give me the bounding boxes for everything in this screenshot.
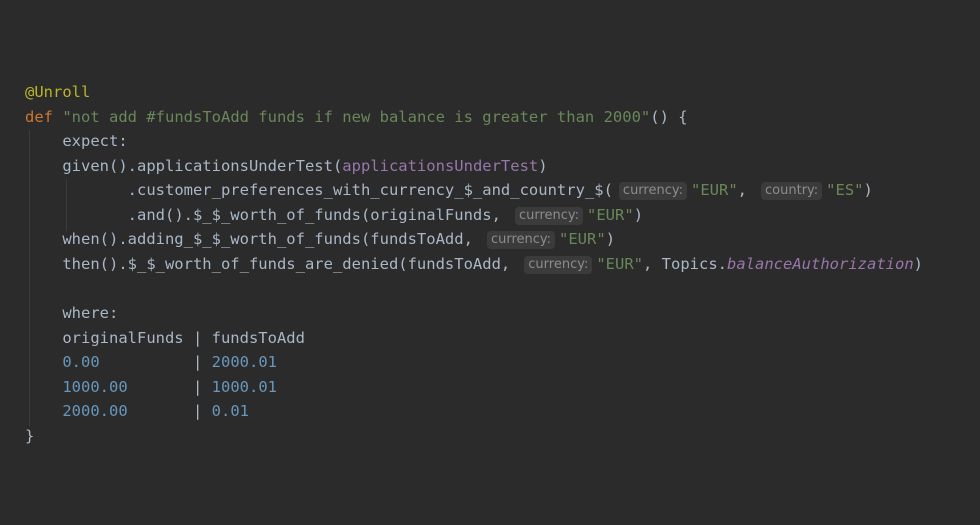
code-line-7[interactable]: when().adding_$_$_worth_of_funds(fundsTo… [25,227,615,251]
code-line-6[interactable]: .and().$_$_worth_of_funds(originalFunds,… [25,203,643,227]
annotation-token: @Unroll [25,83,91,101]
number-token: 1000.01 [211,378,277,396]
closing-brace: } [25,427,35,445]
code-line-10[interactable]: where: [25,301,118,325]
number-token: 1000.00 [62,378,128,396]
code-editor[interactable]: @Unroll def "not add #fundsToAdd funds i… [0,0,980,525]
code-line-15[interactable]: } [25,424,34,448]
parameter-hint: currency: [514,207,584,225]
code-line-8[interactable]: then().$_$_worth_of_funds_are_denied(fun… [25,252,923,276]
field-token: applicationsUnderTest [342,157,539,175]
parameter-hint: currency: [486,231,556,249]
code-line-11[interactable]: originalFunds | fundsToAdd [25,326,305,350]
label-token: expect: [62,132,128,150]
table-header: originalFunds | fundsToAdd [62,329,305,347]
number-token: 2000.00 [62,402,128,420]
field-token: balanceAuthorization [727,255,914,273]
number-token: 2000.01 [211,353,277,371]
parameter-hint: currency: [524,256,593,274]
label-token: where: [62,304,119,322]
code-line-2[interactable]: def "not add #fundsToAdd funds if new ba… [25,105,688,129]
table-row[interactable]: 0.00 | 2000.01 [25,350,277,374]
table-row[interactable]: 1000.00 | 1000.01 [25,375,277,399]
table-row[interactable]: 2000.00 | 0.01 [25,399,249,423]
code-line-4[interactable]: given().applicationsUnderTest(applicatio… [25,154,547,178]
parameter-hint: currency: [618,182,687,200]
code-line-5[interactable]: .customer_preferences_with_currency_$_an… [25,178,873,202]
code-line-1[interactable]: @Unroll [25,80,90,104]
number-token: 0.01 [211,402,249,420]
number-token: 0.00 [62,353,100,371]
string-token: "not add #fundsToAdd funds if new balanc… [62,108,651,126]
parameter-hint: country: [761,182,823,200]
keyword-token: def [25,108,53,126]
code-line-3[interactable]: expect: [25,129,128,153]
